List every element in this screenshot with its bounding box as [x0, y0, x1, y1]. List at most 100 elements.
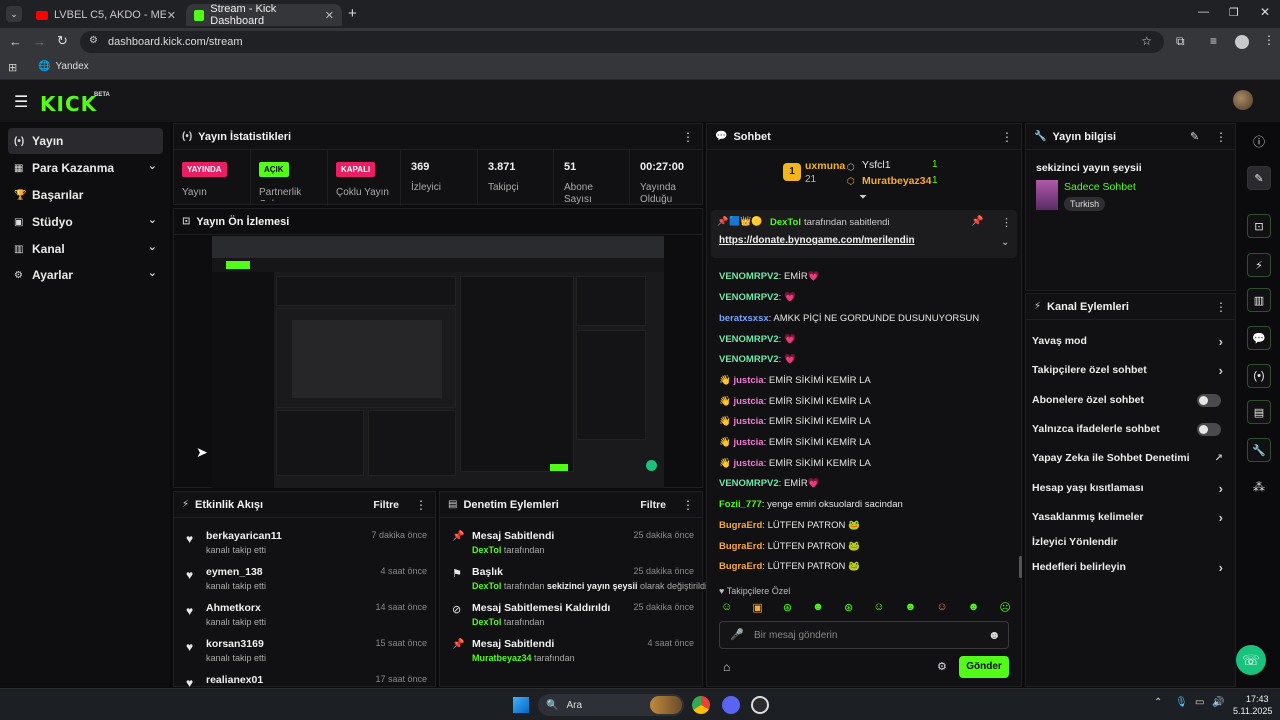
- more-options-icon[interactable]: ⋮: [1215, 300, 1227, 314]
- profile-avatar[interactable]: [1235, 35, 1249, 49]
- followers-only-row[interactable]: Takipçilere özel sohbet ›: [1032, 357, 1229, 383]
- store-icon[interactable]: ⌂: [723, 660, 730, 674]
- tray-chevron-icon[interactable]: ⌃: [1154, 697, 1162, 708]
- filter-button[interactable]: Filtre: [373, 499, 399, 511]
- notes-rail-button[interactable]: ▥: [1247, 288, 1271, 312]
- gifter-name[interactable]: Ysfcl1: [862, 159, 891, 171]
- site-info-icon[interactable]: ⚙: [89, 35, 98, 46]
- leader-name[interactable]: uxmuna: [805, 160, 845, 172]
- goals-row[interactable]: Hedefleri belirleyin ›: [1032, 554, 1229, 580]
- chat-username[interactable]: justcia: [733, 437, 763, 448]
- close-icon[interactable]: ✕: [325, 9, 334, 22]
- emote-icon[interactable]: ☹: [999, 601, 1010, 617]
- scroll-down-icon[interactable]: ⏷: [859, 192, 867, 203]
- chat-scrollbar[interactable]: [1019, 556, 1022, 578]
- bookmark-yandex[interactable]: 🌐 Yandex: [38, 61, 89, 72]
- gifter-name[interactable]: Muratbeyaz34: [862, 175, 931, 187]
- windows-start-icon[interactable]: [513, 697, 529, 713]
- broadcast-rail-button[interactable]: (•): [1247, 364, 1271, 388]
- moderator-name[interactable]: DexTol: [472, 545, 501, 555]
- pinned-message[interactable]: 📌 🟦👑🟡 DexTol tarafından sabitlendi 📌 ⋮ h…: [711, 210, 1017, 258]
- chat-username[interactable]: justcia: [733, 375, 763, 386]
- emote-icon[interactable]: ☺: [873, 601, 884, 617]
- emoji-icon[interactable]: ☻: [988, 628, 1001, 642]
- clock-time[interactable]: 17:43: [1246, 694, 1269, 704]
- activity-user[interactable]: eymen_138: [206, 566, 263, 578]
- more-options-icon[interactable]: ⋮: [682, 130, 694, 144]
- chat-username[interactable]: VENOMRPV2: [719, 334, 779, 345]
- bookmark-star-icon[interactable]: ☆: [1141, 34, 1152, 48]
- preview-rail-button[interactable]: ⊡: [1247, 214, 1271, 238]
- chat-username[interactable]: VENOMRPV2: [719, 292, 779, 303]
- close-icon[interactable]: ✕: [167, 9, 176, 22]
- new-tab-button[interactable]: +: [348, 5, 357, 22]
- window-close-icon[interactable]: ✕: [1260, 5, 1270, 19]
- display-tray-icon[interactable]: ▭: [1195, 697, 1204, 708]
- discord-icon[interactable]: [722, 696, 740, 714]
- chat-username[interactable]: BugraErd: [719, 520, 762, 531]
- emote-icon[interactable]: ☻: [905, 601, 917, 617]
- sidebar-item-studyo[interactable]: ▣ Stüdyo ⌄: [8, 209, 163, 235]
- sidebar-item-yayin[interactable]: (•) Yayın: [8, 128, 163, 154]
- tools-rail-button[interactable]: 🔧: [1247, 438, 1271, 462]
- emotes-only-toggle[interactable]: [1197, 422, 1221, 436]
- taskbar-search[interactable]: 🔍 Ara: [538, 694, 684, 716]
- subscribers-only-toggle[interactable]: [1197, 393, 1221, 407]
- emote-icon[interactable]: ☻: [968, 601, 980, 617]
- edit-icon[interactable]: ✎: [1190, 130, 1199, 143]
- ai-moderation-row[interactable]: Yapay Zeka ile Sohbet Denetimi ↗: [1032, 445, 1229, 471]
- stream-preview-video[interactable]: [212, 236, 664, 488]
- chevron-down-icon[interactable]: ⌄: [1001, 237, 1009, 248]
- chat-username[interactable]: VENOMRPV2: [719, 354, 779, 365]
- emote-icon[interactable]: ⊛: [783, 601, 792, 617]
- emote-icon[interactable]: ☺: [721, 601, 732, 617]
- mic-tray-icon[interactable]: 🎙: [1175, 697, 1188, 708]
- more-options-icon[interactable]: ⋮: [1215, 130, 1227, 144]
- tab-list-button[interactable]: ⌄: [6, 6, 22, 22]
- edit-rail-button[interactable]: ✎: [1247, 166, 1271, 190]
- forward-icon[interactable]: →: [33, 34, 46, 49]
- chat-username[interactable]: BugraErd: [719, 541, 762, 552]
- moderator-name[interactable]: DexTol: [472, 617, 501, 627]
- category-thumbnail[interactable]: [1036, 180, 1058, 210]
- chat-username[interactable]: BugraErd: [719, 561, 762, 572]
- chat-username[interactable]: beratxsxsx: [719, 313, 769, 324]
- pinned-user[interactable]: DexTol: [770, 217, 801, 228]
- more-options-icon[interactable]: ⋮: [1001, 130, 1013, 144]
- back-icon[interactable]: ←: [9, 34, 22, 49]
- filter-button[interactable]: Filtre: [640, 499, 666, 511]
- moderator-name[interactable]: Muratbeyaz34: [472, 653, 532, 663]
- activity-user[interactable]: Ahmetkorx: [206, 602, 261, 614]
- apps-icon[interactable]: ⊞: [8, 61, 17, 74]
- microphone-icon[interactable]: 🎤: [730, 628, 744, 641]
- slow-mode-row[interactable]: Yavaş mod ›: [1032, 328, 1229, 354]
- category-name[interactable]: Sadece Sohbet: [1064, 181, 1136, 193]
- url-field[interactable]: ⚙ dashboard.kick.com/stream ☆: [80, 31, 1164, 53]
- chat-username[interactable]: justcia: [733, 458, 763, 469]
- lightning-rail-button[interactable]: ⚡: [1247, 253, 1271, 277]
- activity-user[interactable]: berkayarican11: [206, 530, 282, 542]
- more-options-icon[interactable]: ⋮: [682, 498, 694, 512]
- extensions-icon[interactable]: ⧉: [1176, 34, 1185, 49]
- chrome-icon[interactable]: [692, 696, 710, 714]
- obs-icon[interactable]: [751, 696, 769, 714]
- sidebar-item-para-kazanma[interactable]: ▦ Para Kazanma ⌄: [8, 155, 163, 181]
- moderator-name[interactable]: DexTol: [472, 581, 501, 591]
- chat-rail-button[interactable]: 💬: [1247, 326, 1271, 350]
- chat-username[interactable]: Fozii_777: [719, 499, 762, 510]
- reload-icon[interactable]: ↻: [57, 33, 68, 49]
- maximize-icon[interactable]: ❐: [1229, 6, 1239, 19]
- widgets-icon[interactable]: ⁂: [1253, 480, 1265, 494]
- send-button[interactable]: Gönder: [959, 656, 1009, 678]
- host-row[interactable]: İzleyici Yönlendir: [1032, 529, 1229, 555]
- minimize-icon[interactable]: —: [1198, 6, 1209, 18]
- more-options-icon[interactable]: ⋮: [1001, 216, 1012, 229]
- chat-username[interactable]: VENOMRPV2: [719, 478, 779, 489]
- gear-icon[interactable]: ⚙: [937, 660, 947, 673]
- kick-logo[interactable]: KICK: [40, 92, 97, 116]
- unpin-icon[interactable]: 📌: [971, 216, 983, 227]
- chat-username[interactable]: VENOMRPV2: [719, 271, 779, 282]
- chat-username[interactable]: justcia: [733, 396, 763, 407]
- volume-icon[interactable]: 🔊: [1212, 697, 1224, 708]
- sidebar-item-ayarlar[interactable]: ⚙ Ayarlar ⌄: [8, 262, 163, 288]
